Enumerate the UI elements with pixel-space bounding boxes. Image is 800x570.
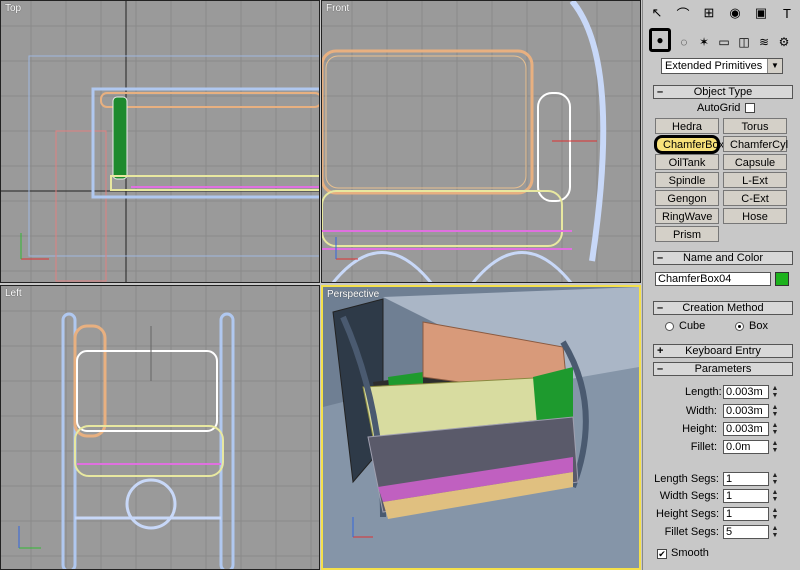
systems-icon[interactable]: ⚙ <box>775 32 793 52</box>
gengon-button[interactable]: Gengon <box>655 190 719 206</box>
height-segs-input[interactable]: 1 <box>723 507 769 521</box>
box-label: Box <box>749 320 768 332</box>
helpers-icon[interactable]: ◫ <box>735 32 753 52</box>
command-panel: ↖ ⌒ ⊞ ◉ ▣ T ● ◌ ✶ ▭ ◫ ≋ ⚙ Extended Primi… <box>642 0 800 570</box>
collapse-icon: – <box>657 363 664 375</box>
motion-icon[interactable]: ◉ <box>725 3 745 23</box>
viewport-label[interactable]: Left <box>5 288 22 299</box>
width-segs-label: Width Segs: <box>659 490 719 502</box>
viewport-label[interactable]: Perspective <box>327 289 379 300</box>
geometry-icon[interactable]: ● <box>649 28 671 52</box>
chamferbox-button[interactable]: ChamferBox <box>654 135 724 154</box>
length-segs-input[interactable]: 1 <box>723 472 769 486</box>
fillet-segs-spinner[interactable]: ▲ ▼ <box>771 525 779 539</box>
parameters-rollout-header[interactable]: – Parameters <box>653 362 793 376</box>
width-segs-input[interactable]: 1 <box>723 489 769 503</box>
torus-knot-button[interactable]: Torus Knot <box>723 118 787 147</box>
hierarchy-icon[interactable]: ⊞ <box>699 3 719 23</box>
height-segs-label: Height Segs: <box>656 508 719 520</box>
fillet-segs-input[interactable]: 5 <box>723 525 769 539</box>
cube-radio[interactable] <box>665 322 674 331</box>
chevron-down-icon[interactable]: ▼ <box>767 59 782 73</box>
viewport-label[interactable]: Top <box>5 3 21 14</box>
height-input[interactable]: 0.003m <box>723 422 769 436</box>
chamfercyl-button[interactable]: ChamferCyl <box>723 136 788 152</box>
width-input[interactable]: 0.003m <box>723 404 769 418</box>
height-label: Height: <box>682 423 717 435</box>
l-ext-button[interactable]: L-Ext <box>723 172 787 188</box>
length-spinner[interactable]: ▲ ▼ <box>771 385 779 399</box>
smooth-label: Smooth <box>671 547 709 559</box>
object-color-swatch[interactable] <box>775 272 789 286</box>
length-segs-spinner[interactable]: ▲ ▼ <box>771 472 779 486</box>
autogrid-checkbox[interactable] <box>745 103 755 113</box>
hose-button[interactable]: Hose <box>723 208 787 224</box>
smooth-checkbox[interactable]: ✔ <box>657 549 667 559</box>
rollout-title: Keyboard Entry <box>685 345 761 357</box>
name-color-rollout-header[interactable]: – Name and Color <box>653 251 793 265</box>
length-segs-label: Length Segs: <box>654 473 719 485</box>
cube-label: Cube <box>679 320 706 332</box>
shapes-icon[interactable]: ◌ <box>675 32 693 52</box>
display-icon[interactable]: ▣ <box>751 3 771 23</box>
create-subcategory-bar: ● ◌ ✶ ▭ ◫ ≋ ⚙ <box>643 28 800 56</box>
width-segs-spinner[interactable]: ▲ ▼ <box>771 489 779 503</box>
curve-icon[interactable]: ⌒ <box>673 3 693 23</box>
command-tabs: ↖ ⌒ ⊞ ◉ ▣ T <box>643 0 800 26</box>
height-spinner[interactable]: ▲ ▼ <box>771 422 779 436</box>
c-ext-button[interactable]: C-Ext <box>723 190 787 206</box>
collapse-icon: – <box>657 86 664 98</box>
front-view-drawing <box>322 1 640 282</box>
rollout-title: Creation Method <box>682 302 764 314</box>
object-type-rollout-header[interactable]: – Object Type <box>653 85 793 99</box>
category-value: Extended Primitives <box>665 60 763 72</box>
fillet-input[interactable]: 0.0m <box>723 440 769 454</box>
ringwave-button[interactable]: RingWave <box>655 208 719 224</box>
length-label: Length: <box>685 386 722 398</box>
viewport-perspective[interactable]: Perspective <box>321 285 641 570</box>
viewport-front[interactable]: Front <box>321 0 641 283</box>
spacewarps-icon[interactable]: ≋ <box>755 32 773 52</box>
pointer-icon[interactable]: ↖ <box>647 3 667 23</box>
object-name-input[interactable] <box>655 272 771 286</box>
fillet-segs-label: Fillet Segs: <box>664 526 719 538</box>
fillet-spinner[interactable]: ▲ ▼ <box>771 440 779 454</box>
length-input[interactable]: 0.003m <box>723 385 769 399</box>
cameras-icon[interactable]: ▭ <box>715 32 733 52</box>
lights-icon[interactable]: ✶ <box>695 32 713 52</box>
hedra-button[interactable]: Hedra <box>655 118 719 134</box>
spindle-button[interactable]: Spindle <box>655 172 719 188</box>
height-segs-spinner[interactable]: ▲ ▼ <box>771 507 779 521</box>
collapse-icon: – <box>657 302 664 314</box>
capsule-button[interactable]: Capsule <box>723 154 787 170</box>
autogrid-label: AutoGrid <box>697 102 741 114</box>
creation-method-rollout-header[interactable]: – Creation Method <box>653 301 793 315</box>
width-spinner[interactable]: ▲ ▼ <box>771 404 779 418</box>
rollout-title: Name and Color <box>682 252 764 264</box>
prism-button[interactable]: Prism <box>655 226 719 242</box>
keyboard-entry-rollout-header[interactable]: + Keyboard Entry <box>653 344 793 358</box>
collapse-icon: – <box>657 252 664 264</box>
box-radio[interactable] <box>735 322 744 331</box>
oiltank-button[interactable]: OilTank <box>655 154 719 170</box>
category-dropdown[interactable]: Extended Primitives ▼ <box>661 58 783 74</box>
rollout-title: Parameters <box>694 363 752 375</box>
viewport-label[interactable]: Front <box>326 3 349 14</box>
top-view-drawing <box>1 1 319 282</box>
fillet-label: Fillet: <box>690 441 717 453</box>
width-label: Width: <box>685 405 717 417</box>
expand-icon: + <box>657 345 664 357</box>
perspective-view-render <box>323 287 639 568</box>
viewport-left[interactable]: Left <box>0 285 320 570</box>
rollout-title: Object Type <box>693 86 753 98</box>
utilities-icon[interactable]: T <box>777 3 797 23</box>
left-view-drawing <box>1 286 319 569</box>
viewport-top[interactable]: Top <box>0 0 320 283</box>
